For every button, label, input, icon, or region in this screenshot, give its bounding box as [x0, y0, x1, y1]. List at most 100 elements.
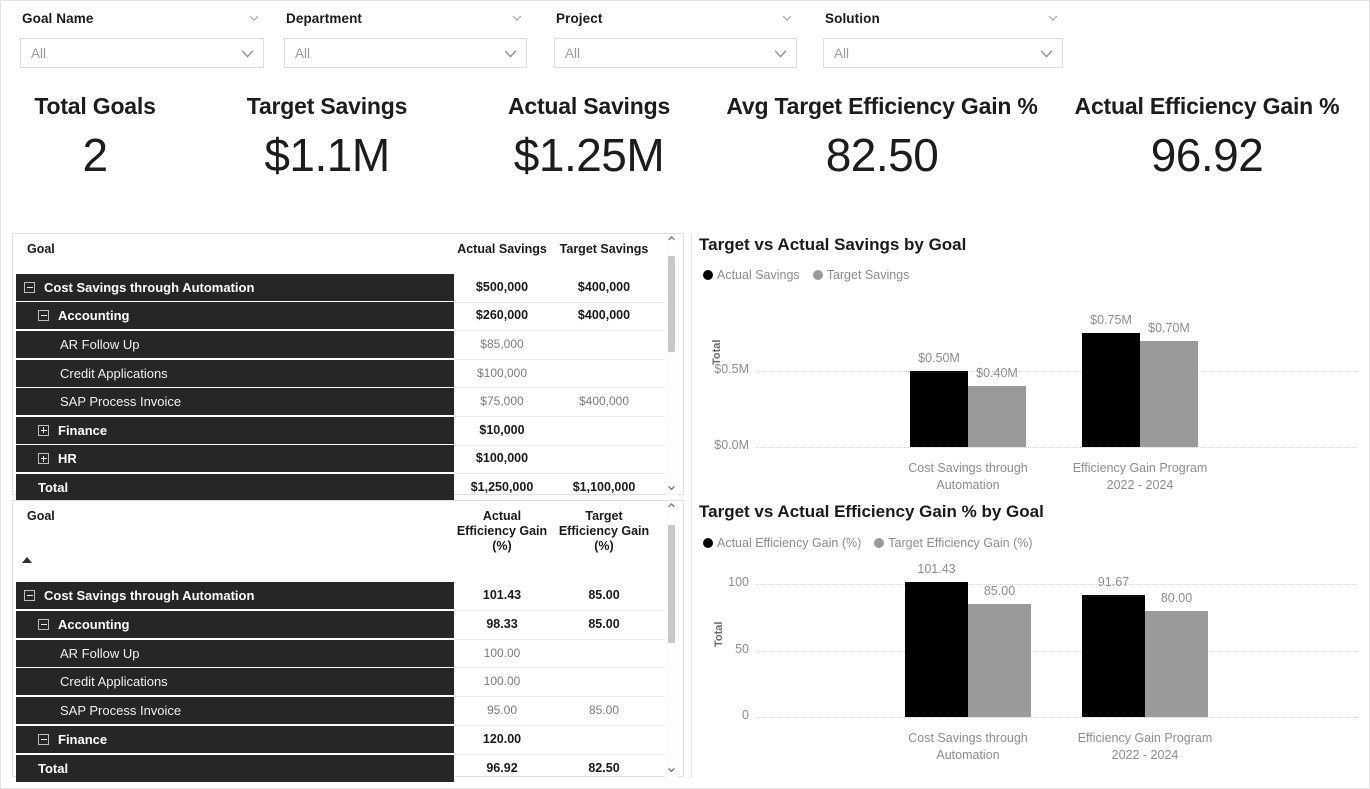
- savings-matrix-table[interactable]: Goal Actual Savings Target Savings Cost Sav…: [12, 233, 684, 501]
- slicer-goal-name: Goal Name All: [20, 7, 264, 68]
- slicer-selected-value: All: [31, 45, 47, 61]
- chart-gridline: [757, 447, 1357, 448]
- matrix-row[interactable]: Credit Applications: [16, 668, 454, 696]
- slicer-selected-value: All: [295, 45, 311, 61]
- scroll-up-icon[interactable]: ⌃: [665, 502, 678, 519]
- matrix-row[interactable]: Cost Savings through Automation: [16, 273, 454, 301]
- bar-actual[interactable]: [905, 582, 968, 717]
- x-axis-category-line: 2022 - 2024: [1111, 748, 1179, 762]
- savings-bar-chart[interactable]: Target vs Actual Savings by Goal Actual S…: [699, 235, 1361, 495]
- collapse-icon[interactable]: [38, 733, 49, 745]
- matrix-column-header[interactable]: Target Efficiency Gain (%): [556, 509, 652, 554]
- legend-item[interactable]: Actual Efficiency Gain (%): [703, 536, 861, 550]
- sort-ascending-icon[interactable]: [22, 557, 32, 563]
- matrix-column-header[interactable]: Actual Efficiency Gain (%): [454, 509, 550, 554]
- legend-item[interactable]: Actual Savings: [703, 268, 800, 282]
- matrix-scrollbar[interactable]: ⌃ ⌄: [665, 234, 678, 496]
- slicer-selected-value: All: [565, 45, 581, 61]
- chart-title: Target vs Actual Savings by Goal: [699, 235, 967, 254]
- matrix-row[interactable]: Accounting: [16, 610, 454, 638]
- expand-icon[interactable]: [38, 424, 49, 436]
- matrix-row[interactable]: SAP Process Invoice: [16, 697, 454, 725]
- dashboard-page: Goal Name All Department All Project All Solut…: [0, 0, 1370, 789]
- collapse-icon[interactable]: [24, 281, 35, 293]
- matrix-cell-actual: 100.00: [483, 645, 521, 660]
- matrix-cell-actual: $260,000: [475, 308, 529, 323]
- matrix-row[interactable]: HR: [16, 445, 454, 473]
- bar-actual[interactable]: [1082, 333, 1140, 447]
- y-axis-title: Total: [711, 339, 723, 365]
- chevron-down-icon: [1040, 49, 1053, 58]
- chart-gridline: [757, 717, 1357, 718]
- matrix-scrollbar-thumb[interactable]: [668, 256, 675, 352]
- slicer-title: Department: [286, 10, 363, 26]
- slicer-dropdown[interactable]: All: [20, 38, 264, 68]
- legend-item[interactable]: Target Savings: [812, 268, 909, 282]
- matrix-row[interactable]: AR Follow Up: [16, 331, 454, 358]
- slicer-department: Department All: [284, 7, 527, 68]
- matrix-row[interactable]: Cost Savings through Automation: [16, 581, 454, 609]
- matrix-cell-target: 85.00: [588, 616, 620, 631]
- bar-target[interactable]: [1140, 340, 1198, 447]
- x-axis-category-label: Efficiency Gain Program 2022 - 2024: [1060, 730, 1230, 764]
- matrix-cell-target: $1,100,000: [572, 480, 636, 494]
- matrix-cell-actual: 120.00: [482, 731, 522, 746]
- chevron-down-icon: [1048, 15, 1058, 21]
- matrix-column-header[interactable]: Actual Savings: [454, 242, 550, 257]
- matrix-column-header-line: Efficiency Gain: [558, 524, 650, 538]
- bar-actual[interactable]: [1082, 595, 1145, 717]
- scroll-down-icon[interactable]: ⌄: [665, 477, 678, 494]
- slicer-bar: Goal Name All Department All Project All Solut…: [1, 7, 1370, 83]
- collapse-icon[interactable]: [38, 618, 49, 630]
- matrix-row[interactable]: Accounting: [16, 302, 454, 330]
- legend-label: Target Efficiency Gain (%): [888, 536, 1033, 550]
- legend-item[interactable]: Target Efficiency Gain (%): [874, 536, 1033, 550]
- x-axis-category-label: Cost Savings through Automation: [883, 460, 1053, 494]
- efficiency-matrix-table[interactable]: Goal Actual Efficiency Gain (%) Target Effici…: [12, 500, 684, 782]
- bar-target[interactable]: [968, 604, 1031, 717]
- matrix-row[interactable]: Finance: [16, 725, 454, 753]
- y-axis-tick-label: $0.0M: [714, 438, 749, 452]
- slicer-dropdown[interactable]: All: [823, 38, 1063, 68]
- matrix-row[interactable]: Total: [16, 754, 454, 782]
- bar-value-label: $0.40M: [976, 366, 1018, 381]
- matrix-cell-actual: 98.33: [486, 616, 518, 631]
- bar-value-label: 101.43: [917, 562, 956, 577]
- bar-actual[interactable]: [910, 371, 968, 447]
- scroll-down-icon[interactable]: ⌄: [665, 759, 678, 776]
- slicer-dropdown[interactable]: All: [554, 38, 797, 68]
- matrix-row[interactable]: AR Follow Up: [16, 639, 454, 667]
- y-axis-tick-label: 0: [742, 708, 749, 722]
- matrix-row-separator: [454, 473, 665, 475]
- matrix-row[interactable]: SAP Process Invoice: [16, 388, 454, 416]
- matrix-scrollbar-thumb[interactable]: [668, 525, 675, 643]
- matrix-row[interactable]: Total: [16, 474, 454, 501]
- matrix-cell-target: $400,000: [577, 308, 631, 323]
- efficiency-bar-chart[interactable]: Target vs Actual Efficiency Gain % by Go…: [699, 502, 1361, 778]
- chevron-down-icon: [504, 49, 517, 58]
- slicer-dropdown[interactable]: All: [284, 38, 527, 68]
- matrix-row[interactable]: Credit Applications: [16, 359, 454, 387]
- matrix-column-header[interactable]: Target Savings: [556, 242, 652, 257]
- matrix-row-label: Finance: [58, 731, 108, 747]
- matrix-row-header-label[interactable]: Goal: [27, 509, 55, 523]
- legend-marker: [703, 538, 713, 548]
- bar-target[interactable]: [1145, 610, 1208, 717]
- expand-icon[interactable]: [38, 453, 49, 465]
- matrix-row-separator: [454, 416, 665, 417]
- matrix-scrollbar[interactable]: ⌃ ⌄: [665, 501, 678, 778]
- bar-target[interactable]: [968, 386, 1026, 447]
- matrix-cell-actual: 95.00: [486, 703, 518, 718]
- matrix-cell-target: 85.00: [588, 587, 620, 602]
- matrix-row[interactable]: Finance: [16, 416, 454, 444]
- matrix-row-label: Credit Applications: [60, 365, 168, 381]
- kpi-label: Actual Efficiency Gain %: [1074, 93, 1340, 119]
- matrix-column-header-line: Efficiency Gain: [456, 524, 548, 538]
- collapse-icon[interactable]: [24, 589, 35, 601]
- chart-divider: [691, 233, 692, 778]
- scroll-up-icon[interactable]: ⌃: [665, 235, 678, 252]
- bar-value-label: 85.00: [983, 584, 1016, 599]
- matrix-row-header-label[interactable]: Goal: [27, 242, 55, 256]
- collapse-icon[interactable]: [38, 310, 49, 322]
- matrix-column-header-line: Actual: [482, 509, 522, 523]
